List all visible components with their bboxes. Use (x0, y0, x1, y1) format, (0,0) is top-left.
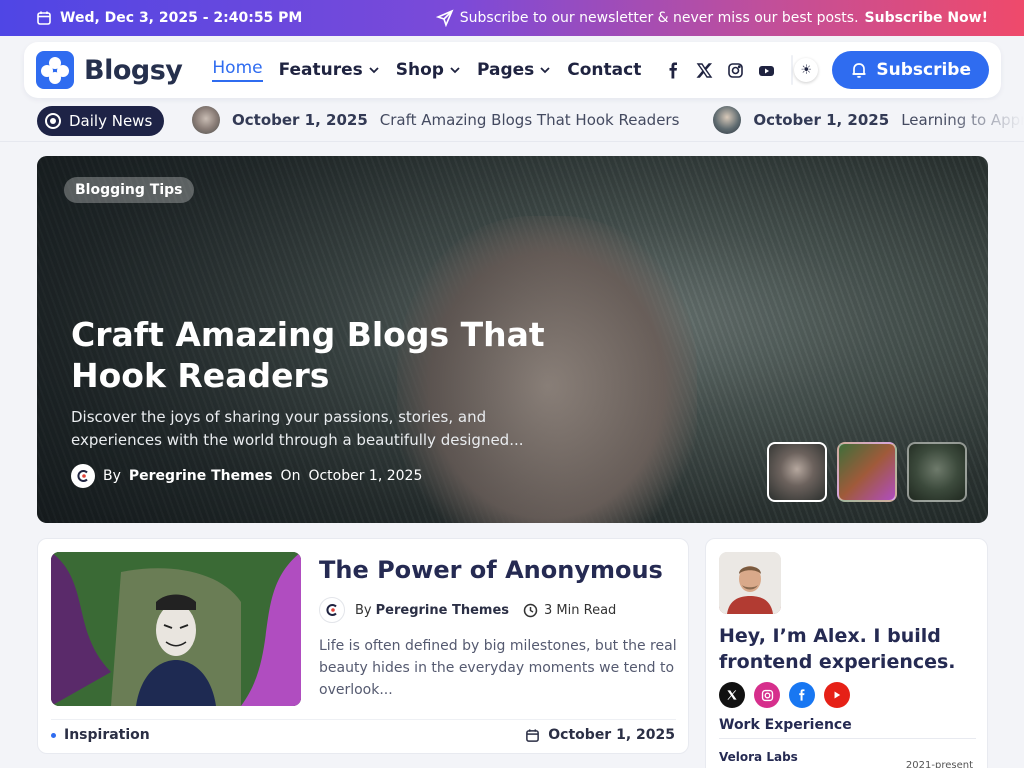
live-dot-icon (45, 113, 61, 129)
work-experience-heading: Work Experience (719, 717, 852, 733)
youtube-icon[interactable] (824, 682, 850, 708)
instagram-icon[interactable] (727, 62, 744, 79)
nav-label: Features (278, 60, 363, 80)
nav-item-features[interactable]: Features (279, 60, 380, 80)
article-date-label: October 1, 2025 (548, 727, 675, 743)
nav-item-contact[interactable]: Contact (567, 60, 641, 80)
article-by: By (355, 602, 372, 618)
bell-icon (852, 63, 866, 78)
site-header: Blogsy Home Features Shop Pages Contact … (24, 42, 1001, 98)
nav-label: Contact (567, 60, 642, 80)
ticker-thumbnail (713, 106, 742, 134)
theme-toggle[interactable]: ☀ (791, 55, 819, 85)
ticker-badge-label: Daily News (69, 112, 153, 130)
current-datetime: Wed, Dec 3, 2025 - 2:40:55 PM (60, 10, 303, 26)
hero-slider[interactable]: Blogging Tips Craft Amazing Blogs That H… (37, 156, 988, 523)
subscribe-now-link[interactable]: Subscribe Now! (865, 10, 988, 26)
newsletter-text: Subscribe to our newsletter & never miss… (459, 10, 859, 26)
article-excerpt: Life is often defined by big milestones,… (319, 638, 677, 698)
facebook-icon[interactable] (789, 682, 815, 708)
datetime-group: Wed, Dec 3, 2025 - 2:40:55 PM (36, 10, 302, 26)
author-logo-icon (319, 597, 345, 623)
article-category-label: Inspiration (64, 727, 150, 743)
hero-category-badge[interactable]: Blogging Tips (64, 177, 194, 203)
ticker-item[interactable]: October 1, 2025 Craft Amazing Blogs That… (192, 106, 679, 134)
main-nav: Home Features Shop Pages Contact (212, 58, 641, 82)
author-logo-icon (71, 464, 95, 488)
site-logo[interactable]: Blogsy (36, 51, 183, 89)
subscribe-label: Subscribe (876, 60, 971, 80)
hero-excerpt: Discover the joys of sharing your passio… (71, 408, 524, 449)
hero-on: On (280, 468, 301, 484)
logo-text: Blogsy (84, 54, 183, 86)
subscribe-button[interactable]: Subscribe (832, 51, 989, 89)
anonymous-mask-illustration (51, 552, 301, 706)
facebook-icon[interactable] (665, 62, 682, 79)
hero-thumb-2[interactable] (837, 442, 897, 502)
article-date: October 1, 2025 (525, 727, 675, 743)
about-widget: Hey, I’m Alex. I build frontend experien… (705, 538, 988, 768)
hero-author[interactable]: Peregrine Themes (129, 468, 273, 484)
instagram-icon[interactable] (754, 682, 780, 708)
about-social-links (719, 682, 850, 708)
nav-label: Shop (395, 60, 444, 80)
chevron-down-icon (540, 67, 550, 74)
ticker-title: Craft Amazing Blogs That Hook Readers (379, 111, 680, 129)
about-title: Hey, I’m Alex. I build frontend experien… (719, 625, 956, 673)
ticker-items: October 1, 2025 Craft Amazing Blogs That… (192, 106, 1024, 134)
nav-label: Pages (476, 60, 535, 80)
author-avatar (719, 552, 781, 614)
news-ticker: Daily News October 1, 2025 Craft Amazing… (0, 100, 1024, 142)
chevron-down-icon (450, 67, 460, 74)
ticker-date: October 1, 2025 (753, 111, 890, 129)
ticker-date: October 1, 2025 (232, 111, 368, 129)
x-icon[interactable] (696, 62, 713, 79)
hero-date: October 1, 2025 (308, 468, 423, 484)
send-icon (435, 9, 454, 27)
article-image[interactable] (51, 552, 301, 706)
sun-icon: ☀ (794, 58, 819, 82)
nav-item-shop[interactable]: Shop (396, 60, 461, 80)
header-social-links (665, 62, 775, 79)
sidebar-divider (719, 738, 976, 739)
youtube-icon[interactable] (758, 62, 775, 79)
card-divider (51, 719, 676, 720)
article-card: The Power of Anonymous By Peregrine Them… (37, 538, 689, 754)
clock-icon (523, 603, 538, 617)
nav-item-pages[interactable]: Pages (477, 60, 551, 80)
article-read-time: 3 Min Read (544, 602, 617, 618)
ticker-fade (944, 100, 1024, 141)
article-author[interactable]: Peregrine Themes (376, 603, 509, 618)
article-category[interactable]: Inspiration (51, 727, 150, 743)
hero-meta: By Peregrine Themes On October 1, 2025 (71, 464, 422, 488)
ticker-thumbnail (192, 106, 220, 134)
category-bullet (51, 732, 56, 738)
calendar-icon (526, 728, 540, 742)
hero-title[interactable]: Craft Amazing Blogs That Hook Readers (71, 314, 591, 396)
job-company: Velora Labs (719, 750, 798, 764)
daily-news-badge: Daily News (37, 106, 165, 136)
calendar-icon (37, 11, 51, 25)
nav-item-home[interactable]: Home (212, 58, 263, 82)
top-announcement-bar: Wed, Dec 3, 2025 - 2:40:55 PM Subscribe … (0, 0, 1024, 36)
x-icon[interactable] (719, 682, 745, 708)
hero-by: By (103, 468, 121, 484)
article-meta: By Peregrine Themes 3 Min Read (319, 597, 616, 623)
hero-thumb-1[interactable] (767, 442, 827, 502)
hero-thumb-3[interactable] (907, 442, 967, 502)
job-years: 2021-present (905, 760, 973, 768)
newsletter-prompt: Subscribe to our newsletter & never miss… (435, 9, 988, 27)
article-title[interactable]: The Power of Anonymous (319, 556, 663, 584)
nav-label: Home (212, 58, 263, 78)
hero-thumbnails (767, 442, 967, 502)
chevron-down-icon (369, 67, 379, 74)
logo-mark-icon (36, 51, 74, 89)
